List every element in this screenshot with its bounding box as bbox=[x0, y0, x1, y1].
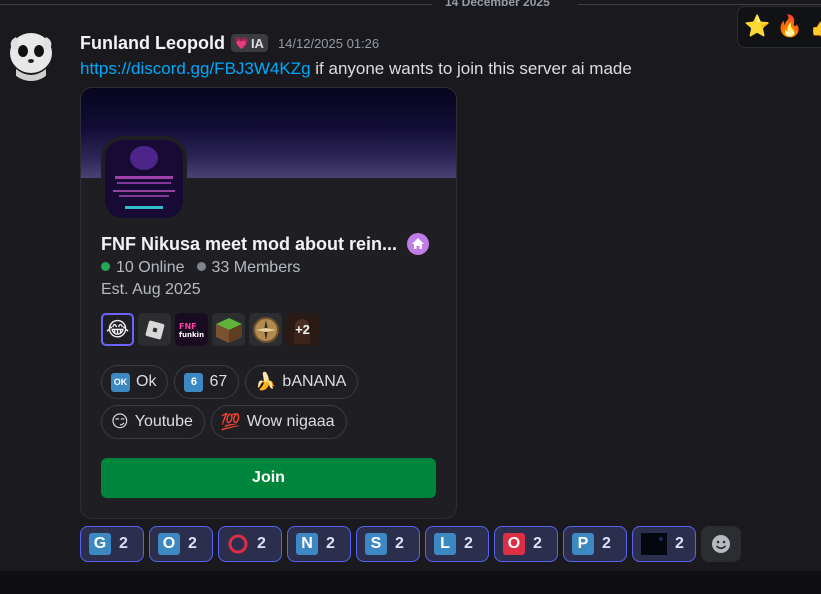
smiley-icon bbox=[712, 535, 730, 553]
date-divider-label: 14 December 2025 bbox=[445, 0, 550, 9]
online-dot-icon bbox=[101, 262, 110, 272]
ok-icon: OK bbox=[111, 372, 130, 392]
reaction-n[interactable]: N2 bbox=[287, 526, 351, 562]
server-tag[interactable]: 😏 Youtube bbox=[101, 405, 205, 439]
letter-l-icon: L bbox=[434, 533, 456, 555]
heart-icon: 💗 bbox=[233, 36, 249, 50]
reaction-circle[interactable]: 2 bbox=[218, 526, 282, 562]
fnf-emoji[interactable]: FNF funkin bbox=[175, 313, 208, 346]
hundred-points-icon: 💯 bbox=[220, 414, 241, 431]
server-name: FNF Nikusa meet mod about rein... bbox=[101, 233, 430, 255]
keycap-six-icon: 6 bbox=[184, 372, 204, 392]
roblox-emoji[interactable] bbox=[138, 313, 171, 346]
divider-line-left bbox=[0, 4, 432, 5]
message-header: Funland Leopold 💗 IA 14/12/2025 01:26 bbox=[80, 30, 379, 56]
chat-message: Funland Leopold 💗 IA 14/12/2025 01:26 ht… bbox=[0, 26, 821, 571]
server-icon[interactable] bbox=[101, 136, 187, 222]
thumbs-up-reaction-button[interactable]: 👍 bbox=[809, 11, 821, 43]
member-count: 33 Members bbox=[196, 259, 300, 277]
letter-g-icon: G bbox=[89, 533, 111, 555]
community-badge-icon bbox=[407, 233, 430, 255]
bottom-strip bbox=[0, 571, 821, 594]
guild-tag-label: IA bbox=[250, 35, 264, 51]
server-name-text: FNF Nikusa meet mod about rein... bbox=[101, 233, 398, 254]
reaction-g[interactable]: G2 bbox=[80, 526, 144, 562]
svg-text:funkin: funkin bbox=[179, 331, 204, 339]
members-dot-icon bbox=[196, 262, 206, 272]
emoji-more-count: +2 bbox=[295, 322, 310, 337]
reaction-o[interactable]: O2 bbox=[149, 526, 213, 562]
letter-s-icon: S bbox=[365, 533, 387, 555]
star-icon: ⭐ bbox=[744, 15, 771, 38]
invite-link[interactable]: https://discord.gg/FBJ3W4KZg bbox=[80, 59, 311, 78]
letter-o-red-icon: O bbox=[503, 533, 525, 555]
message-hover-toolbar: ⭐ 🔥 👍 bbox=[737, 6, 821, 48]
laughing-emoji[interactable]: 😂 bbox=[101, 313, 134, 346]
compass-emoji[interactable] bbox=[249, 313, 282, 346]
divider-line-right bbox=[578, 4, 821, 5]
dark-custom-emoji-icon bbox=[641, 533, 667, 555]
message-timestamp[interactable]: 14/12/2025 01:26 bbox=[278, 36, 379, 51]
message-text: if anyone wants to join this server ai m… bbox=[310, 59, 632, 78]
server-tag[interactable]: OK Ok bbox=[101, 365, 169, 399]
server-emoji-row: 😂 FNF funkin +2 bbox=[101, 313, 319, 346]
message-content: https://discord.gg/FBJ3W4KZg if anyone w… bbox=[80, 59, 632, 79]
letter-p-icon: P bbox=[572, 533, 594, 555]
guild-tag[interactable]: 💗 IA bbox=[230, 34, 268, 52]
banana-icon: 🍌 bbox=[255, 372, 277, 391]
reaction-s[interactable]: S2 bbox=[356, 526, 420, 562]
join-button[interactable]: Join bbox=[101, 458, 436, 498]
server-invite-card: FNF Nikusa meet mod about rein... 10 Onl… bbox=[80, 87, 457, 519]
reaction-o-blood[interactable]: O2 bbox=[494, 526, 558, 562]
add-reaction-button[interactable] bbox=[701, 526, 741, 562]
fire-icon: 🔥 bbox=[776, 15, 804, 38]
reaction-l[interactable]: L2 bbox=[425, 526, 489, 562]
hollow-red-circle-icon bbox=[227, 533, 249, 555]
established-date: Est. Aug 2025 bbox=[101, 281, 201, 298]
online-count: 10 Online bbox=[101, 259, 185, 277]
server-tag[interactable]: 🍌 bANANA bbox=[245, 365, 359, 399]
star-reaction-button[interactable]: ⭐ bbox=[744, 11, 771, 43]
reactions-bar: G2 O2 2 N2 S2 L2 O2 P2 2 bbox=[80, 526, 741, 562]
letter-n-icon: N bbox=[296, 533, 318, 555]
server-tag[interactable]: 💯 Wow nigaaa bbox=[210, 405, 347, 439]
minecraft-emoji[interactable] bbox=[212, 313, 245, 346]
thumbs-up-icon: 👍 bbox=[810, 15, 821, 39]
username[interactable]: Funland Leopold bbox=[80, 33, 225, 54]
reaction-p[interactable]: P2 bbox=[563, 526, 627, 562]
date-divider: 14 December 2025 bbox=[0, 0, 821, 10]
letter-o-icon: O bbox=[158, 533, 180, 555]
server-tags: OK Ok 6 67 🍌 bANANA 😏 Youtube 💯 Wow niga… bbox=[101, 365, 441, 439]
svg-text:FNF: FNF bbox=[179, 322, 197, 331]
smirk-icon: 😏 bbox=[111, 412, 129, 431]
server-tag[interactable]: 6 67 bbox=[174, 365, 240, 399]
dark-figure-emoji[interactable]: +2 bbox=[286, 313, 319, 346]
reaction-custom[interactable]: 2 bbox=[632, 526, 696, 562]
server-stats: 10 Online 33 Members bbox=[101, 259, 300, 277]
fire-reaction-button[interactable]: 🔥 bbox=[777, 11, 804, 43]
avatar[interactable] bbox=[6, 29, 56, 81]
